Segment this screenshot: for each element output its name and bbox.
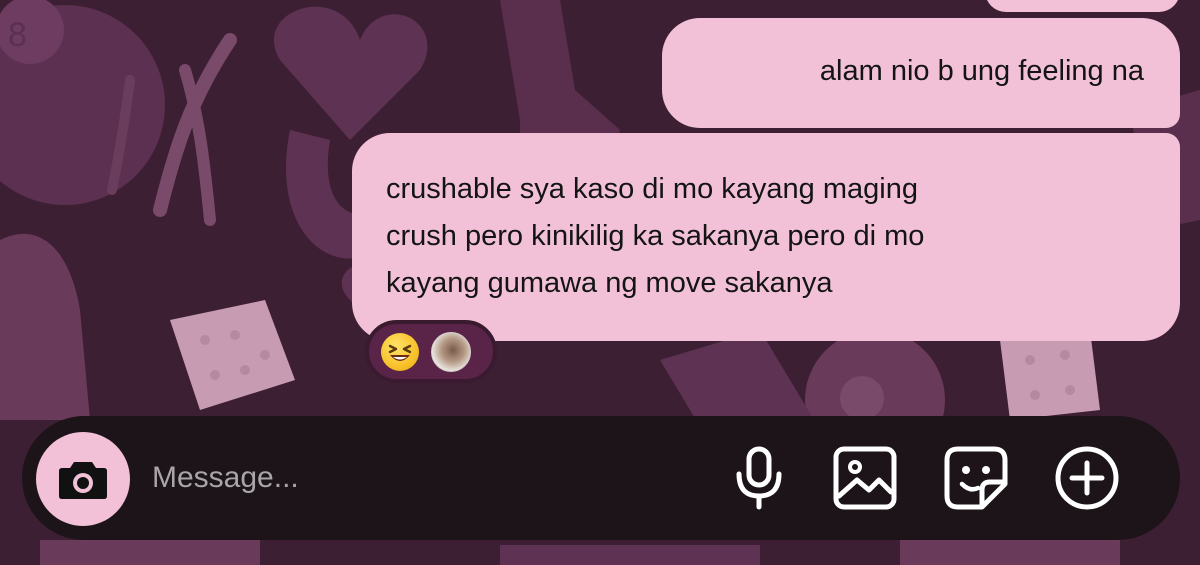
- microphone-icon: [736, 446, 782, 510]
- sticker-icon: [944, 446, 1008, 510]
- more-options-button[interactable]: [1053, 444, 1121, 512]
- message-reaction[interactable]: [365, 320, 497, 383]
- gallery-icon: [833, 446, 897, 510]
- microphone-button[interactable]: [725, 444, 793, 512]
- gallery-button[interactable]: [831, 444, 899, 512]
- message-text-line: crush pero kinikilig ka sakanya pero di …: [386, 220, 925, 252]
- chat-screen: 8 alam nio b ung feeling na crushable sy…: [0, 0, 1200, 565]
- message-text: alam nio b ung feeling na: [819, 55, 1144, 87]
- message-bubble[interactable]: alam nio b ung feeling na: [662, 18, 1180, 128]
- sticker-button[interactable]: [942, 444, 1010, 512]
- camera-icon: [59, 462, 107, 499]
- reactor-avatar: [431, 331, 471, 372]
- camera-button[interactable]: [36, 432, 130, 526]
- message-bubble[interactable]: crushable sya kaso di mo kayang maging c…: [352, 133, 1180, 341]
- message-text-line: kayang gumawa ng move sakanya: [386, 267, 833, 299]
- message-input[interactable]: [152, 456, 592, 500]
- previous-message-bubble[interactable]: [985, 0, 1180, 12]
- plus-icon: [1055, 446, 1119, 510]
- laughing-face-icon: [381, 332, 419, 371]
- message-text-line: crushable sya kaso di mo kayang maging: [386, 173, 918, 205]
- message-composer: [22, 416, 1180, 540]
